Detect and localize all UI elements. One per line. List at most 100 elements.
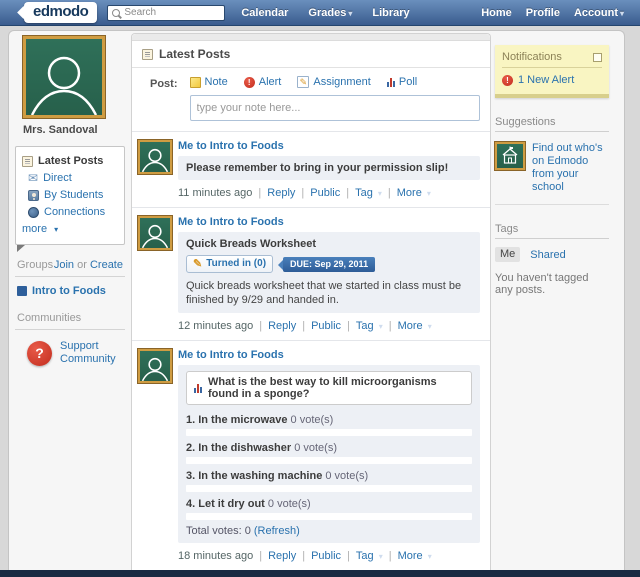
sidebar-item-direct[interactable]: ✉ Direct xyxy=(28,170,118,187)
note-input[interactable] xyxy=(189,95,480,121)
due-date-badge: DUE: Sep 29, 2011 xyxy=(278,256,376,272)
new-alert-link[interactable]: ! 1 New Alert xyxy=(502,74,602,86)
public-link[interactable]: Public xyxy=(310,187,340,199)
poll-icon xyxy=(386,77,395,87)
support-community-link[interactable]: ? Support Community xyxy=(15,330,125,366)
sidebar-item-connections[interactable]: Connections xyxy=(28,204,118,221)
sidebar-item-latest-posts[interactable]: Latest Posts xyxy=(22,153,118,170)
reply-link[interactable]: Reply xyxy=(267,187,295,199)
turned-in-button[interactable]: ✎ Turned in (0) xyxy=(186,255,274,273)
poll-option[interactable]: 4. Let it dry out 0 vote(s) xyxy=(186,497,472,520)
poll-option[interactable]: 1. In the microwave 0 vote(s) xyxy=(186,413,472,436)
nav-home[interactable]: Home xyxy=(481,7,512,19)
more-link[interactable]: More ▾ xyxy=(397,187,431,199)
tab-poll[interactable]: Poll xyxy=(386,76,417,88)
chevron-down-icon: ▾ xyxy=(378,552,383,561)
students-icon xyxy=(28,190,39,201)
sidebar-item-by-students[interactable]: By Students xyxy=(28,187,118,204)
silhouette-icon xyxy=(30,56,98,115)
post-body: Quick Breads Worksheet ✎ Turned in (0) D… xyxy=(178,232,480,313)
tags-header: Tags xyxy=(495,223,609,239)
tag-link[interactable]: Tag ▾ xyxy=(356,550,383,562)
more-link[interactable]: More ▾ xyxy=(398,550,432,562)
public-link[interactable]: Public xyxy=(311,550,341,562)
tab-shared[interactable]: Shared xyxy=(530,249,565,261)
chevron-down-icon: ▾ xyxy=(377,189,382,198)
question-mark-icon: ? xyxy=(27,340,52,366)
chevron-down-icon: ▾ xyxy=(378,322,383,331)
tag-link[interactable]: Tag ▾ xyxy=(355,187,382,199)
post-footer: 18 minutes ago Reply Public Tag ▾ More ▾ xyxy=(178,550,480,562)
schoolhouse-icon xyxy=(495,142,525,170)
right-sidebar: Notifications ! 1 New Alert Suggestions … xyxy=(495,45,609,296)
reply-link[interactable]: Reply xyxy=(268,550,296,562)
tab-alert[interactable]: ! Alert xyxy=(243,76,281,88)
more-link[interactable]: More ▾ xyxy=(398,320,432,332)
pencil-icon: ✎ xyxy=(193,258,203,270)
post-avatar[interactable] xyxy=(138,349,172,383)
post-avatar[interactable] xyxy=(138,140,172,174)
main-feed: Latest Posts Post: Note ! Alert ✎ Assign… xyxy=(131,33,491,570)
assignment-title: Quick Breads Worksheet xyxy=(186,238,317,250)
tab-me[interactable]: Me xyxy=(495,247,521,262)
tags-tabs: Me Shared xyxy=(495,247,609,262)
tab-assignment[interactable]: ✎ Assignment xyxy=(297,76,371,88)
reply-link[interactable]: Reply xyxy=(268,320,296,332)
notifications-title: Notifications xyxy=(502,51,562,63)
poll-option[interactable]: 3. In the washing machine 0 vote(s) xyxy=(186,469,472,492)
feed-icon xyxy=(142,48,153,60)
composer-tabs: Note ! Alert ✎ Assignment Poll xyxy=(189,76,481,88)
suggestions-header: Suggestions xyxy=(495,116,609,132)
footer-edge-bar xyxy=(0,570,640,577)
post-message: Please remember to bring in your permiss… xyxy=(186,162,449,174)
post-body: Please remember to bring in your permiss… xyxy=(178,156,480,180)
join-group-link[interactable]: Join xyxy=(54,259,74,271)
nav-library[interactable]: Library xyxy=(372,7,409,19)
tag-link[interactable]: Tag ▾ xyxy=(356,320,383,332)
user-name: Mrs. Sandoval xyxy=(23,124,98,136)
note-icon xyxy=(189,76,201,88)
feed-title: Latest Posts xyxy=(159,47,231,61)
sidebar-more-link[interactable]: more ▾ xyxy=(22,221,118,238)
post-avatar[interactable] xyxy=(138,216,172,250)
nav-left-links: Calendar Grades ▾ Library xyxy=(241,7,409,19)
collapse-icon[interactable] xyxy=(593,52,602,62)
sidebar-group-intro-to-foods[interactable]: Intro to Foods xyxy=(15,277,125,305)
post-composer: Post: Note ! Alert ✎ Assignment Poll typ… xyxy=(132,68,490,131)
alert-icon: ! xyxy=(502,74,513,86)
alert-icon: ! xyxy=(243,76,255,88)
post-assignment: Me to Intro to Foods Quick Breads Worksh… xyxy=(132,207,490,340)
post-timestamp: 12 minutes ago xyxy=(178,320,254,332)
refresh-link[interactable]: (Refresh) xyxy=(254,525,300,537)
search-box[interactable] xyxy=(107,4,226,21)
communities-header-row: Communities xyxy=(15,305,125,330)
chevron-down-icon: ▾ xyxy=(427,322,432,331)
create-group-link[interactable]: Create xyxy=(90,259,123,271)
chevron-down-icon: ▾ xyxy=(348,8,353,18)
avatar[interactable] xyxy=(23,36,105,118)
search-input[interactable] xyxy=(124,7,221,18)
post-author-link[interactable]: Me to Intro to Foods xyxy=(178,349,480,361)
post-footer: 12 minutes ago Reply Public Tag ▾ More ▾ xyxy=(178,320,480,332)
nav-calendar[interactable]: Calendar xyxy=(241,7,288,19)
top-navbar: edmodo Calendar Grades▾ Library Home Pro… xyxy=(0,0,640,26)
post-author-link[interactable]: Me to Intro to Foods xyxy=(178,140,480,152)
poll-icon xyxy=(194,383,202,393)
nav-grades[interactable]: Grades ▾ xyxy=(308,7,352,19)
edmodo-logo[interactable]: edmodo xyxy=(24,2,98,23)
envelope-icon: ✉ xyxy=(28,171,39,185)
nav-profile[interactable]: Profile xyxy=(526,7,560,19)
tab-note[interactable]: Note xyxy=(189,76,228,88)
suggestion-item[interactable]: Find out who's on Edmodo from your schoo… xyxy=(495,132,609,205)
post-author-link[interactable]: Me to Intro to Foods xyxy=(178,216,480,228)
post-note: Me to Intro to Foods Please remember to … xyxy=(132,131,490,207)
public-link[interactable]: Public xyxy=(311,320,341,332)
post-poll: Me to Intro to Foods What is the best wa… xyxy=(132,340,490,570)
nav-account[interactable]: Account ▾ xyxy=(574,7,624,19)
left-sidebar: Mrs. Sandoval Latest Posts ✉ Direct By S… xyxy=(15,36,125,366)
group-color-swatch xyxy=(17,286,27,296)
post-timestamp: 18 minutes ago xyxy=(178,550,254,562)
poll-option[interactable]: 2. In the dishwasher 0 vote(s) xyxy=(186,441,472,464)
sidebar-menu: Latest Posts ✉ Direct By Students Connec… xyxy=(15,146,125,245)
poll-bar xyxy=(186,485,472,492)
